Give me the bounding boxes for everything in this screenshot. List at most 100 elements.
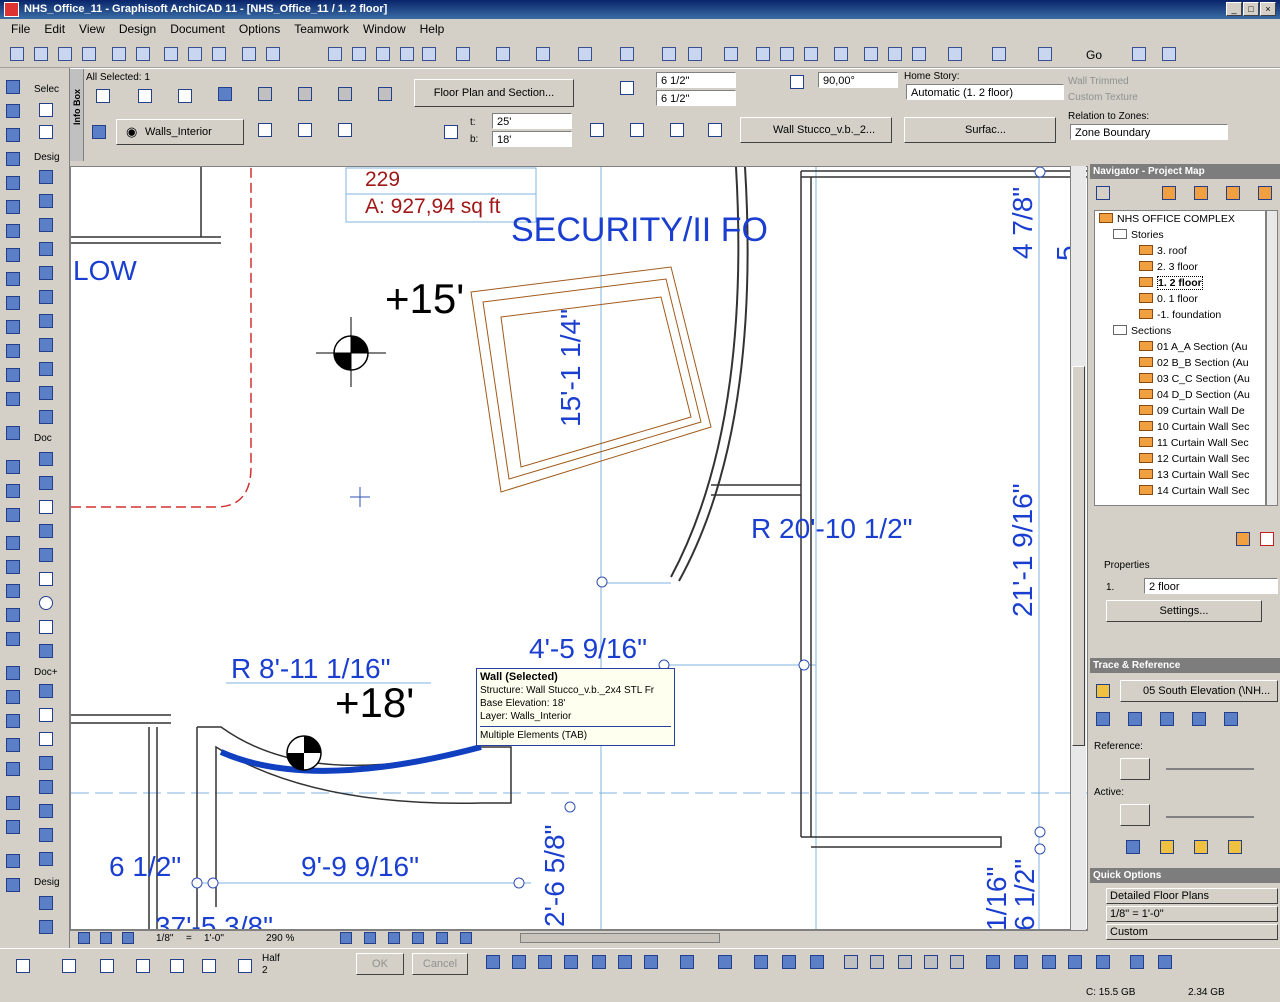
angle-icon[interactable] (788, 73, 806, 91)
trapezoid-wall-icon[interactable] (336, 85, 354, 103)
strip-25-icon[interactable] (4, 688, 22, 706)
edit-15-icon[interactable] (948, 953, 966, 971)
wall-tool-icon[interactable] (37, 168, 55, 186)
edit-4-icon[interactable] (616, 953, 634, 971)
photo-icon[interactable] (886, 45, 904, 63)
tree-story-item-active[interactable]: 1. 2 floor (1095, 275, 1265, 291)
beam-tool-icon[interactable] (37, 264, 55, 282)
tree-section-item[interactable]: 09 Curtain Wall De (1095, 403, 1265, 419)
cut-icon[interactable] (162, 45, 180, 63)
cursor-snap-icon[interactable] (14, 957, 32, 975)
top-height-field[interactable]: 25' (492, 113, 572, 129)
text-tool-icon[interactable] (37, 498, 55, 516)
strip-18-icon[interactable] (4, 506, 22, 524)
dimension-tool-icon[interactable] (37, 450, 55, 468)
trace-toggle-icon[interactable] (1094, 682, 1112, 700)
reference-line-icon[interactable] (176, 87, 194, 105)
strip-12-icon[interactable] (4, 342, 22, 360)
view-map-icon[interactable] (1192, 184, 1210, 202)
strip-14-icon[interactable] (4, 390, 22, 408)
plot-icon[interactable] (56, 45, 74, 63)
constraint-icon[interactable] (98, 957, 116, 975)
fill-pattern-icon[interactable] (256, 121, 274, 139)
ok-button[interactable]: OK (356, 953, 404, 975)
rectangle-method-icon[interactable] (136, 87, 154, 105)
strip-23-icon[interactable] (4, 630, 22, 648)
go-label[interactable]: Go (1086, 48, 1102, 62)
menu-help[interactable]: Help (413, 22, 452, 36)
tree-story-item[interactable]: -1. foundation (1095, 307, 1265, 323)
edit-3-icon[interactable] (590, 953, 608, 971)
close-button[interactable]: × (1260, 2, 1276, 16)
trace-tool-5-icon[interactable] (1222, 710, 1240, 728)
strip-30-icon[interactable] (4, 818, 22, 836)
menu-window[interactable]: Window (356, 22, 413, 36)
menu-document[interactable]: Document (163, 22, 232, 36)
edit-7-icon[interactable] (716, 953, 734, 971)
label-tool-icon[interactable] (37, 522, 55, 540)
composite-selector[interactable]: Wall Stucco_v.b._2... (740, 117, 892, 143)
zoom-out-icon[interactable] (362, 930, 380, 948)
publisher-icon[interactable] (1256, 184, 1274, 202)
strip-15-icon[interactable] (4, 424, 22, 442)
scale-option[interactable]: 1/8" = 1'-0" (1106, 906, 1278, 922)
circle-tool-icon[interactable] (37, 594, 55, 612)
floor-plan-canvas[interactable]: 229 A: 927,94 sq ft SECURITY/II FO LOW +… (70, 166, 1088, 930)
strip-7-icon[interactable] (4, 222, 22, 240)
level-dimension-icon[interactable] (37, 474, 55, 492)
horizontal-scrollbar[interactable] (520, 933, 720, 943)
new-story-icon[interactable] (1234, 530, 1252, 548)
strip-4-icon[interactable] (4, 150, 22, 168)
undo-icon[interactable] (240, 45, 258, 63)
snap-icon[interactable] (454, 45, 472, 63)
detail-tool-icon[interactable] (37, 778, 55, 796)
strip-27-icon[interactable] (4, 736, 22, 754)
offset-icon[interactable] (534, 45, 552, 63)
trace-move-icon[interactable] (1124, 838, 1142, 856)
custom-option[interactable]: Custom (1106, 924, 1278, 940)
home-story-select[interactable]: Automatic (1. 2 floor) (906, 84, 1064, 100)
go-green-icon[interactable] (910, 45, 928, 63)
tree-section-item[interactable]: 03 C_C Section (Au (1095, 371, 1265, 387)
edit-6-icon[interactable] (678, 953, 696, 971)
strip-17-icon[interactable] (4, 482, 22, 500)
edit-19-icon[interactable] (1066, 953, 1084, 971)
arrow-tool-icon[interactable] (37, 101, 55, 119)
floor-plan-section-button[interactable]: Floor Plan and Section... (414, 79, 574, 107)
strip-19-icon[interactable] (4, 534, 22, 552)
open-icon[interactable] (32, 45, 50, 63)
copy-icon[interactable] (186, 45, 204, 63)
marquee-tool-icon[interactable] (37, 123, 55, 141)
strip-26-icon[interactable] (4, 712, 22, 730)
edit-16-icon[interactable] (984, 953, 1002, 971)
camera-icon[interactable] (1156, 953, 1174, 971)
view-preview-icon[interactable] (98, 930, 116, 948)
trace-tool-2-icon[interactable] (1126, 710, 1144, 728)
wall-type-icon[interactable] (90, 123, 108, 141)
model-view-option[interactable]: Detailed Floor Plans (1106, 888, 1278, 904)
active-slider[interactable] (1166, 816, 1254, 818)
minimize-button[interactable]: _ (1226, 2, 1242, 16)
spline-tool-icon[interactable] (37, 706, 55, 724)
strip-28-icon[interactable] (4, 760, 22, 778)
tree-section-item[interactable]: 02 B_B Section (Au (1095, 355, 1265, 371)
menu-view[interactable]: View (72, 22, 112, 36)
viewbar-scale-a[interactable]: 1/8" (156, 933, 173, 944)
profile-3-icon[interactable] (668, 121, 686, 139)
construction-grid-icon[interactable] (686, 45, 704, 63)
trace-source-selector[interactable]: 05 South Elevation (\NH... (1120, 680, 1278, 702)
edit-18-icon[interactable] (1040, 953, 1058, 971)
grid-snap-icon[interactable] (576, 45, 594, 63)
reference-slider[interactable] (1166, 768, 1254, 770)
curtain-wall-tool-icon[interactable] (37, 894, 55, 912)
straight-wall-icon[interactable] (256, 85, 274, 103)
hotspot-tool-icon[interactable] (37, 730, 55, 748)
trace-compare-icon[interactable] (1192, 838, 1210, 856)
tree-section-item[interactable]: 04 D_D Section (Au (1095, 387, 1265, 403)
pan-icon[interactable] (386, 930, 404, 948)
skylight-tool-icon[interactable] (37, 918, 55, 936)
tree-stories[interactable]: Stories (1095, 227, 1265, 243)
tooltip-footer[interactable]: Multiple Elements (TAB) (480, 726, 671, 742)
trace-tool-4-icon[interactable] (1190, 710, 1208, 728)
guide-icon[interactable] (494, 45, 512, 63)
